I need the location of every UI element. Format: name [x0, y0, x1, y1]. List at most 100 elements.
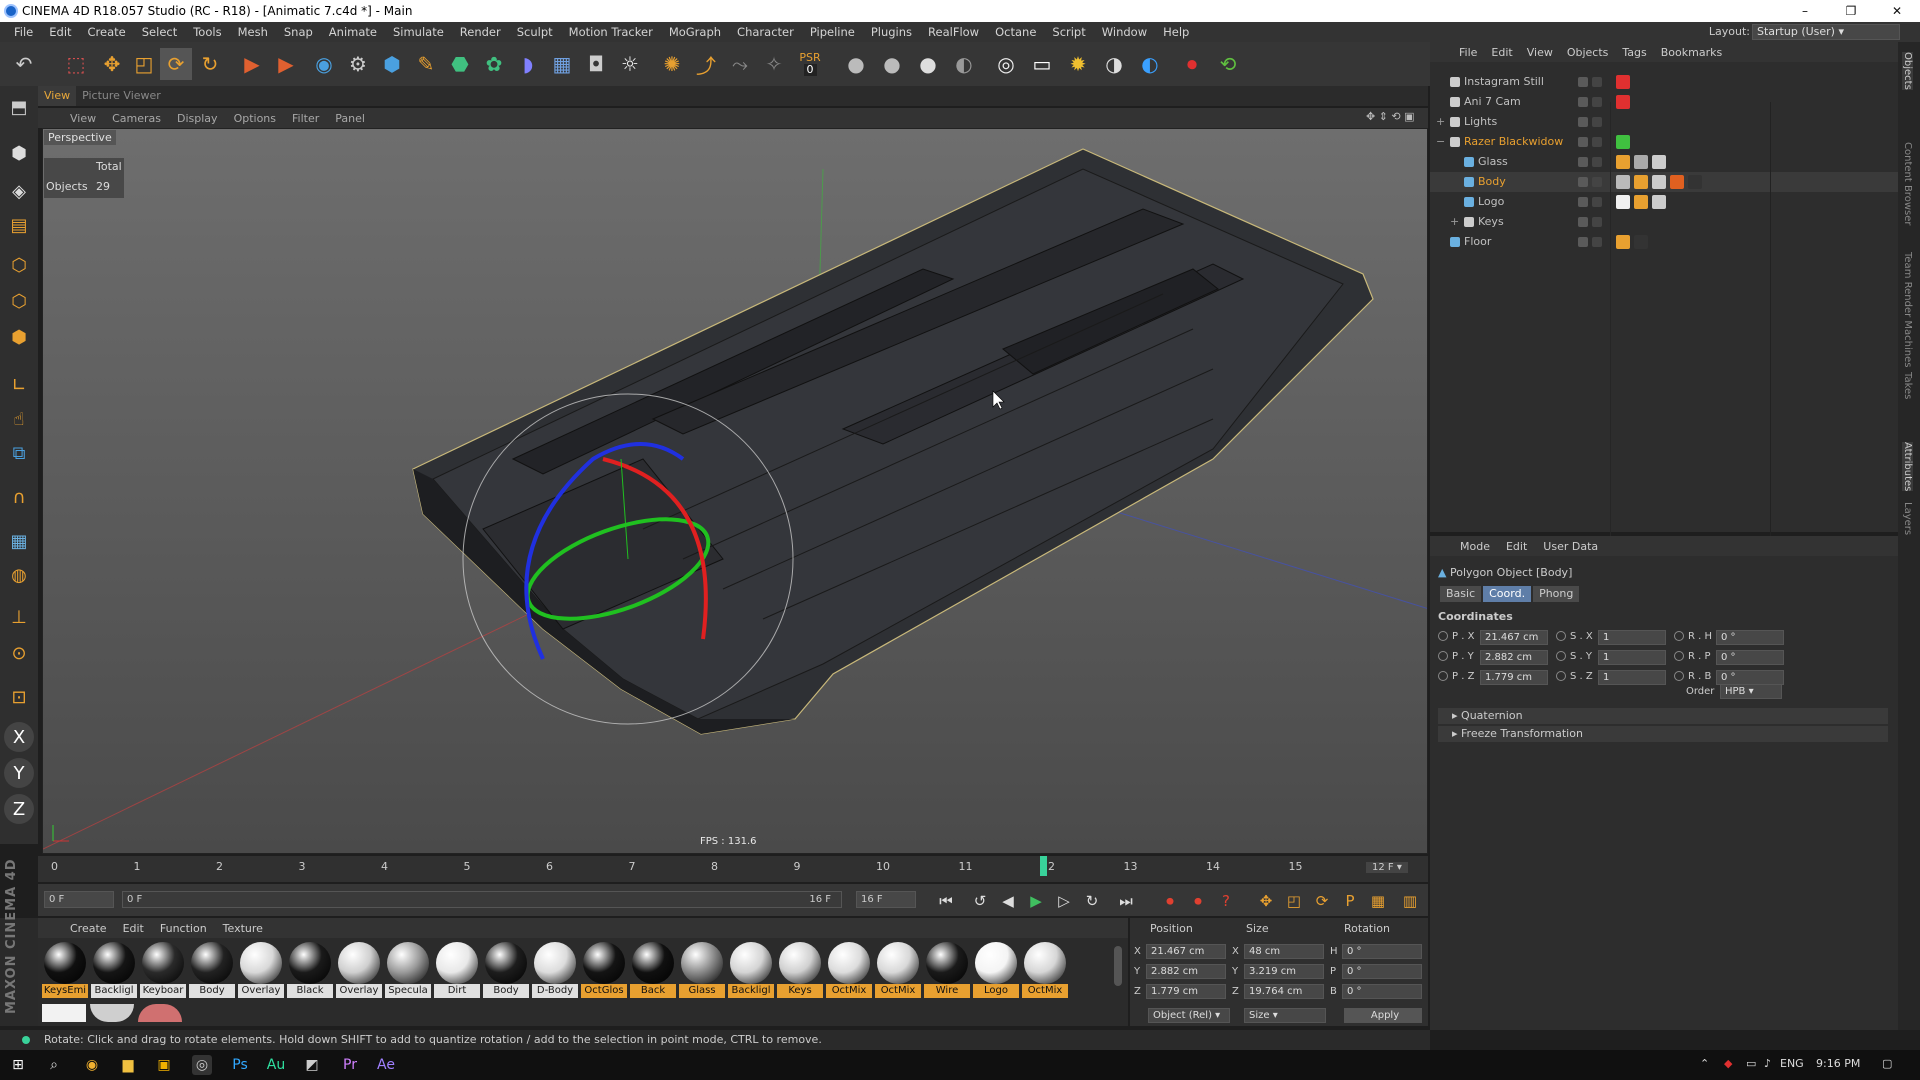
- tray-network-icon[interactable]: ▭: [1746, 1057, 1756, 1070]
- object-tag-icon[interactable]: [1688, 175, 1702, 189]
- key-rotation-icon[interactable]: ⟳: [1310, 890, 1334, 912]
- object-row[interactable]: Instagram Still: [1430, 72, 1898, 92]
- object-visibility-icon[interactable]: [1578, 137, 1588, 147]
- menu-tools[interactable]: Tools: [185, 25, 229, 39]
- material-swatch[interactable]: OctMix: [1022, 942, 1068, 1000]
- live-selection-icon[interactable]: ⬚: [60, 48, 92, 80]
- tray-language[interactable]: ENG: [1780, 1057, 1804, 1070]
- side-tab-team-render-machines[interactable]: Team Render Machines: [1902, 252, 1913, 367]
- material-swatch[interactable]: Wire: [924, 942, 970, 1000]
- menu-simulate[interactable]: Simulate: [385, 25, 452, 39]
- loop-icon[interactable]: ↺: [968, 890, 992, 912]
- attr-tab-coord[interactable]: Coord.: [1483, 586, 1532, 602]
- object-tag-icon[interactable]: [1616, 175, 1630, 189]
- material-swatch[interactable]: Keyboar: [140, 942, 186, 1000]
- octane-daylight-icon[interactable]: ✹: [1062, 48, 1094, 80]
- object-tag-icon[interactable]: [1616, 155, 1630, 169]
- attr-radio-icon[interactable]: [1674, 671, 1684, 681]
- psr-indicator[interactable]: PSR 0: [794, 48, 826, 80]
- cinema4d-taskbar-icon[interactable]: ◎: [192, 1055, 212, 1075]
- material-swatch[interactable]: Body: [483, 942, 529, 1000]
- object-expand-toggle[interactable]: +: [1450, 212, 1459, 232]
- key-parameter-icon[interactable]: P: [1338, 890, 1362, 912]
- menu-realflow[interactable]: RealFlow: [920, 25, 987, 39]
- menu-window[interactable]: Window: [1094, 25, 1155, 39]
- octane-texture-icon[interactable]: ◑: [1098, 48, 1130, 80]
- material-swatch-octmix[interactable]: [90, 1004, 134, 1022]
- menu-animate[interactable]: Animate: [321, 25, 385, 39]
- material-menu-create[interactable]: Create: [62, 922, 115, 935]
- render-picture-viewer-icon[interactable]: ▶: [270, 48, 302, 80]
- octane-glossy-icon[interactable]: ●: [876, 48, 908, 80]
- coord-size-z-field[interactable]: 19.764 cm: [1244, 984, 1324, 999]
- object-name[interactable]: Lights: [1464, 112, 1497, 132]
- object-name[interactable]: Keys: [1478, 212, 1504, 232]
- timeline-window-icon[interactable]: ▥: [1398, 890, 1422, 912]
- material-swatch[interactable]: OctMix: [875, 942, 921, 1000]
- soft-selection-icon[interactable]: ◍: [4, 560, 34, 590]
- go-to-start-icon[interactable]: ⏮: [934, 890, 958, 912]
- octane-material-icon[interactable]: ●: [840, 48, 872, 80]
- cloner-icon[interactable]: ✿: [478, 48, 510, 80]
- menu-render[interactable]: Render: [452, 25, 509, 39]
- menu-script[interactable]: Script: [1044, 25, 1093, 39]
- object-menu-file[interactable]: File: [1452, 46, 1484, 59]
- photoshop-icon[interactable]: Ps: [230, 1055, 250, 1075]
- render-settings-icon[interactable]: ⚙: [342, 48, 374, 80]
- material-swatch[interactable]: Specula: [385, 942, 431, 1000]
- object-tag-icon[interactable]: [1616, 235, 1630, 249]
- attr-radio-icon[interactable]: [1556, 631, 1566, 641]
- attr-r-field[interactable]: 0 °: [1716, 670, 1784, 685]
- tab-view[interactable]: View: [38, 86, 77, 106]
- quaternion-section[interactable]: ▸ Quaternion: [1438, 708, 1888, 724]
- rotate-tool-icon[interactable]: ⟳: [160, 48, 192, 80]
- side-tab-takes[interactable]: Takes: [1902, 372, 1913, 399]
- attr-p-field[interactable]: 2.882 cm: [1480, 650, 1548, 665]
- octane-live-viewer-icon[interactable]: ◉: [308, 48, 340, 80]
- loop-forward-icon[interactable]: ↻: [1080, 890, 1104, 912]
- frame-range-slider[interactable]: 0 F 16 F: [122, 891, 842, 908]
- object-tag-icon[interactable]: [1670, 175, 1684, 189]
- object-visibility-icon[interactable]: [1578, 217, 1588, 227]
- polygons-mode-icon[interactable]: ⬢: [4, 322, 34, 352]
- material-swatch[interactable]: OctMix: [826, 942, 872, 1000]
- object-row[interactable]: + Lights: [1430, 112, 1898, 132]
- coord-size-x-field[interactable]: 48 cm: [1244, 944, 1324, 959]
- key-pla-icon[interactable]: ▦: [1366, 890, 1390, 912]
- octane-plane-icon[interactable]: ▭: [1026, 48, 1058, 80]
- material-swatch-white[interactable]: [42, 1004, 86, 1022]
- octane-mix-icon[interactable]: ◐: [948, 48, 980, 80]
- menu-character[interactable]: Character: [729, 25, 802, 39]
- object-menu-tags[interactable]: Tags: [1615, 46, 1653, 59]
- file-explorer-icon[interactable]: ▆: [118, 1055, 138, 1075]
- magnet-icon[interactable]: ∩: [4, 482, 34, 512]
- object-tag-icon[interactable]: [1634, 195, 1648, 209]
- viewport-menu-options[interactable]: Options: [226, 112, 284, 125]
- attr-p-field[interactable]: 1.779 cm: [1480, 670, 1548, 685]
- object-row[interactable]: Glass: [1430, 152, 1898, 172]
- media-app-icon[interactable]: ◩: [302, 1055, 322, 1075]
- material-swatch[interactable]: Overlay: [336, 942, 382, 1000]
- perspective-viewport[interactable]: [42, 128, 1428, 854]
- object-name[interactable]: Glass: [1478, 152, 1508, 172]
- object-menu-view[interactable]: View: [1520, 46, 1560, 59]
- material-swatch[interactable]: Back: [630, 942, 676, 1000]
- viewport-menu-display[interactable]: Display: [169, 112, 226, 125]
- object-name[interactable]: Ani 7 Cam: [1464, 92, 1521, 112]
- object-tag-icon[interactable]: [1616, 135, 1630, 149]
- object-render-icon[interactable]: [1592, 217, 1602, 227]
- planar-workplane-icon[interactable]: ⊙: [4, 638, 34, 668]
- coord-size-select[interactable]: Size ▾: [1244, 1008, 1326, 1023]
- menu-snap[interactable]: Snap: [276, 25, 321, 39]
- attr-radio-icon[interactable]: [1556, 651, 1566, 661]
- key-scale-icon[interactable]: ◰: [1282, 890, 1306, 912]
- object-menu-edit[interactable]: Edit: [1484, 46, 1519, 59]
- octane-camera-icon[interactable]: ◎: [990, 48, 1022, 80]
- material-swatch[interactable]: Backligl: [91, 942, 137, 1000]
- x-axis-lock-icon[interactable]: X: [4, 722, 34, 752]
- menu-edit[interactable]: Edit: [41, 25, 79, 39]
- attr-tab-basic[interactable]: Basic: [1440, 586, 1482, 602]
- attr-s-field[interactable]: 1: [1598, 630, 1666, 645]
- side-tab-attributes[interactable]: Attributes: [1902, 442, 1913, 492]
- material-swatch[interactable]: Dirt: [434, 942, 480, 1000]
